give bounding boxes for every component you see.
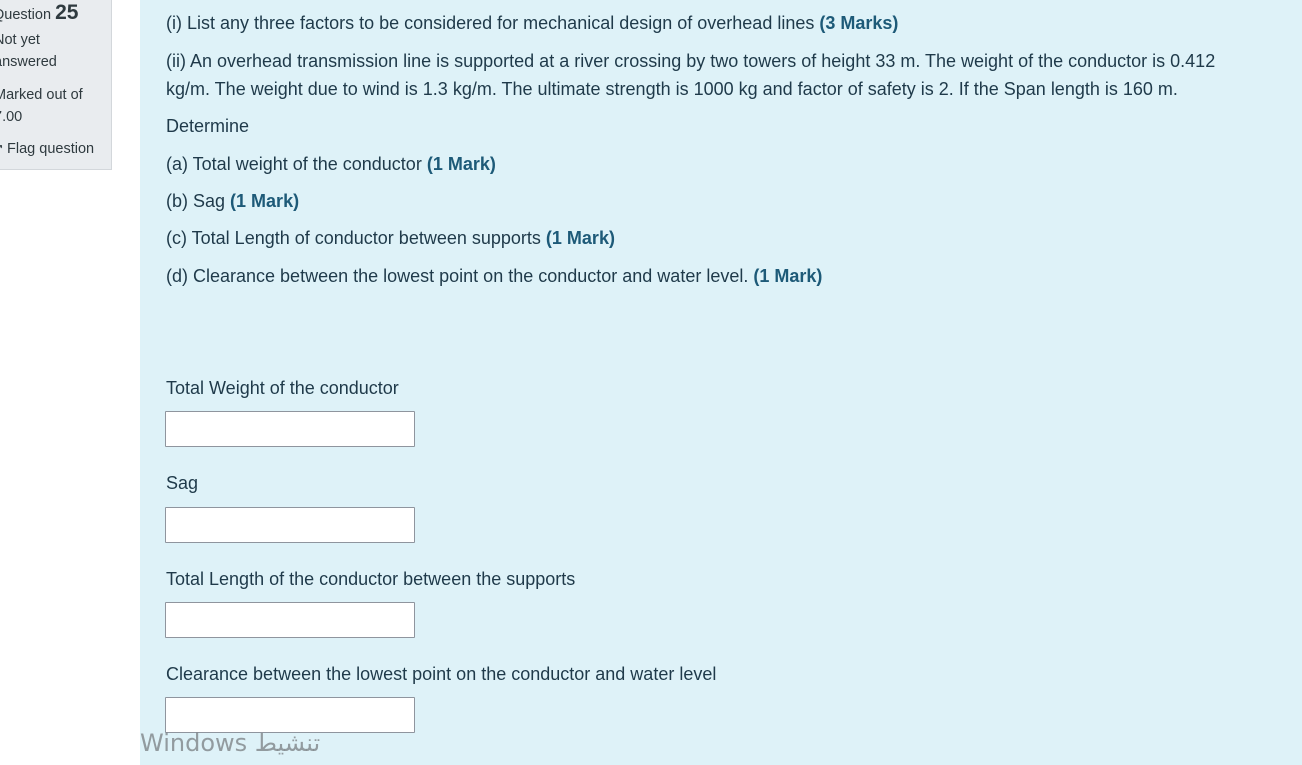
flag-icon: ↗ bbox=[0, 143, 3, 154]
answer-label-clearance: Clearance between the lowest point on th… bbox=[166, 664, 717, 684]
question-label: Question bbox=[0, 7, 52, 23]
question-part-ii-line2: kg/m. The weight due to wind is 1.3 kg/m… bbox=[166, 79, 1178, 99]
sub-b-marks: (1 Mark) bbox=[230, 191, 300, 211]
answer-label-sag: Sag bbox=[166, 473, 199, 493]
question-grade-line1: Marked out of bbox=[0, 87, 83, 103]
question-content: (i) List any three factors to be conside… bbox=[140, 0, 1302, 765]
part-i-marks: (3 Marks) bbox=[819, 13, 899, 33]
total-weight-input[interactable] bbox=[165, 411, 415, 447]
sub-question-d: (d) Clearance between the lowest point o… bbox=[166, 262, 822, 290]
question-info-panel: Question 25 Not yet answered Marked out … bbox=[0, 0, 112, 170]
determine-label: Determine bbox=[166, 116, 250, 136]
question-state-line1: Not yet bbox=[0, 32, 40, 48]
question-state-line2: answered bbox=[0, 54, 57, 70]
sag-input[interactable] bbox=[165, 507, 415, 543]
sub-question-a: (a) Total weight of the conductor (1 Mar… bbox=[166, 150, 496, 178]
part-i-text: (i) List any three factors to be conside… bbox=[166, 13, 815, 33]
sub-b-text: (b) Sag bbox=[166, 191, 226, 211]
flag-question-button[interactable]: ↗ Flag question bbox=[0, 141, 94, 157]
answer-label-total-length: Total Length of the conductor between th… bbox=[166, 569, 576, 589]
sub-question-c: (c) Total Length of conductor between su… bbox=[166, 224, 615, 252]
windows-activation-watermark: Windows تنشيط bbox=[140, 729, 321, 757]
question-number-line: Question 25 bbox=[0, 1, 78, 25]
total-length-input[interactable] bbox=[165, 602, 415, 638]
sub-d-marks: (1 Mark) bbox=[753, 266, 823, 286]
sub-a-marks: (1 Mark) bbox=[426, 154, 496, 174]
sub-c-text: (c) Total Length of conductor between su… bbox=[166, 228, 541, 248]
clearance-input[interactable] bbox=[165, 697, 415, 733]
answer-label-total-weight: Total Weight of the conductor bbox=[166, 378, 399, 398]
sub-a-text: (a) Total weight of the conductor bbox=[166, 154, 422, 174]
question-grade-line2: 7.00 bbox=[0, 109, 23, 125]
sub-question-b: (b) Sag (1 Mark) bbox=[166, 187, 299, 215]
sub-d-text: (d) Clearance between the lowest point o… bbox=[166, 266, 749, 286]
flag-question-label: Flag question bbox=[7, 141, 95, 157]
question-part-ii-line1: (ii) An overhead transmission line is su… bbox=[166, 51, 1216, 71]
question-part-i: (i) List any three factors to be conside… bbox=[166, 9, 898, 37]
question-number: 25 bbox=[55, 1, 79, 24]
sub-c-marks: (1 Mark) bbox=[545, 228, 615, 248]
